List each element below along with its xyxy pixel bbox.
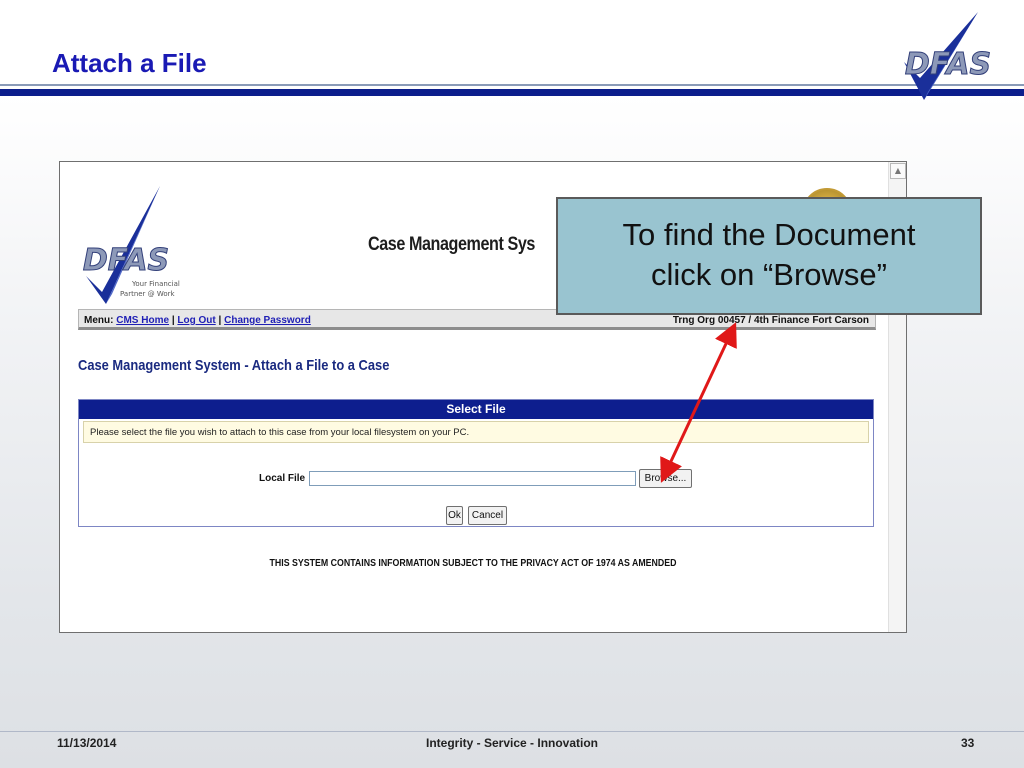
scroll-up-icon[interactable]: ▲ [890,163,906,179]
footer-motto: Integrity - Service - Innovation [425,736,599,750]
header-divider-thin [0,84,1024,86]
panel-header: Select File [79,400,873,419]
page-heading: Case Management System - Attach a File t… [78,357,390,374]
app-title: Case Management Sys [368,234,535,255]
menu-separator: | [218,315,222,326]
panel-instructions: Please select the file you wish to attac… [83,421,869,443]
logo-tagline-2: Partner @ Work [120,290,175,298]
header-divider-thick [0,89,1024,96]
footer-divider [0,731,1024,732]
ok-button[interactable]: Ok [446,506,463,525]
cancel-button[interactable]: Cancel [468,506,507,525]
browse-button[interactable]: Browse... [639,469,692,488]
callout-line-2: click on “Browse” [651,257,887,292]
dfas-logo-text: DFAS [905,47,991,82]
menu-label: Menu: [84,315,114,326]
privacy-notice: THIS SYSTEM CONTAINS INFORMATION SUBJECT… [269,558,677,569]
local-file-input[interactable] [309,471,636,486]
slide-title: Attach a File [52,48,207,78]
local-file-label: Local File [259,473,306,484]
footer-page-number: 33 [961,736,975,750]
menu-item-cms-home[interactable]: CMS Home [116,315,169,326]
instruction-callout: To find the Document click on “Browse” [556,197,982,315]
logo-tagline-1: Your Financial [132,280,180,288]
menu-item-log-out[interactable]: Log Out [177,315,215,326]
callout-line-1: To find the Document [622,217,916,252]
app-logo-text: DFAS [83,243,169,278]
dfas-logo-icon: DFAS [904,12,992,100]
select-file-panel: Select File Please select the file you w… [78,399,874,527]
menu-separator: | [171,315,175,326]
menu-item-change-password[interactable]: Change Password [224,315,311,326]
